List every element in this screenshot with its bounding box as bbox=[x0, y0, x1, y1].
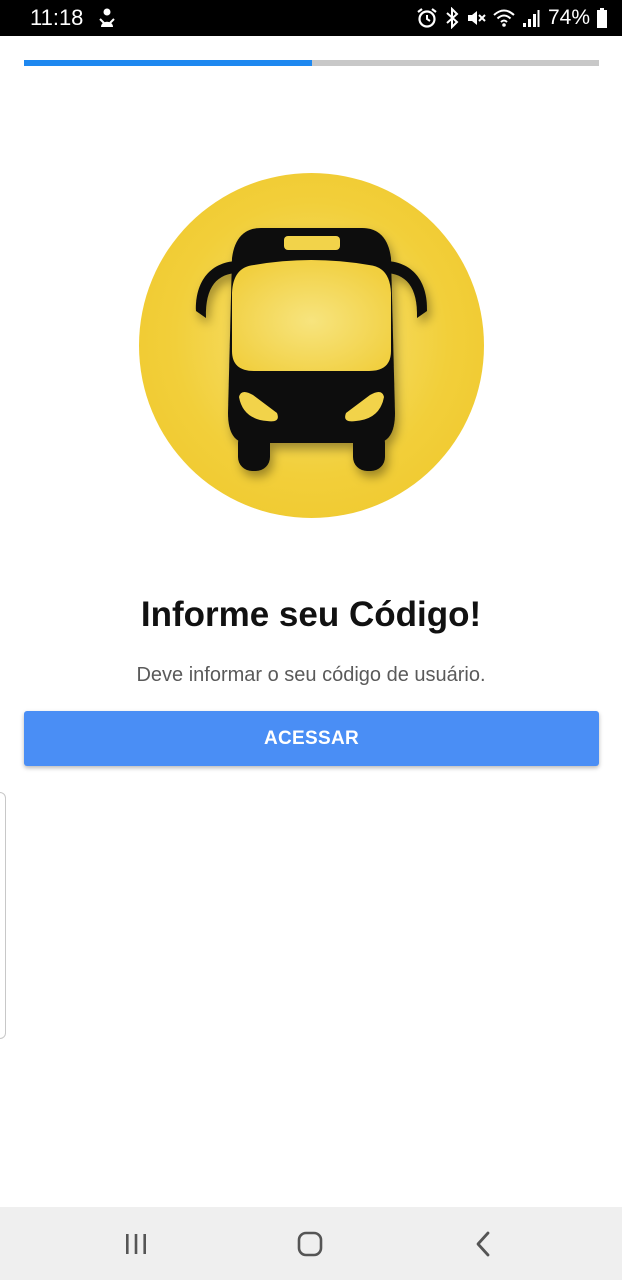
page-title: Informe seu Código! bbox=[140, 595, 482, 634]
battery-icon bbox=[596, 7, 608, 29]
access-button[interactable]: ACESSAR bbox=[24, 711, 599, 766]
status-time: 11:18 bbox=[30, 5, 84, 30]
notification-person-icon bbox=[98, 7, 116, 34]
status-bar: 11:18 74% bbox=[0, 0, 622, 36]
wifi-icon bbox=[492, 7, 516, 29]
recent-apps-icon bbox=[126, 1234, 146, 1254]
bluetooth-icon bbox=[444, 7, 460, 29]
battery-percent: 74% bbox=[547, 6, 590, 29]
alarm-icon bbox=[416, 7, 438, 29]
bus-illustration bbox=[139, 173, 484, 518]
back-button[interactable] bbox=[462, 1222, 506, 1266]
home-button[interactable] bbox=[288, 1222, 332, 1266]
signal-icon bbox=[522, 8, 540, 28]
progress-bar-fill bbox=[24, 60, 312, 66]
status-icons: 74% bbox=[416, 5, 608, 31]
bus-icon bbox=[195, 228, 428, 471]
back-icon bbox=[476, 1231, 490, 1257]
edge-panel-handle[interactable] bbox=[0, 792, 6, 1039]
recent-apps-button[interactable] bbox=[114, 1222, 158, 1266]
mute-icon bbox=[466, 7, 486, 29]
page-subtitle: Deve informar o seu código de usuário. bbox=[136, 664, 486, 686]
home-icon bbox=[297, 1231, 323, 1257]
progress-bar bbox=[24, 60, 599, 66]
navigation-bar bbox=[0, 1207, 622, 1280]
